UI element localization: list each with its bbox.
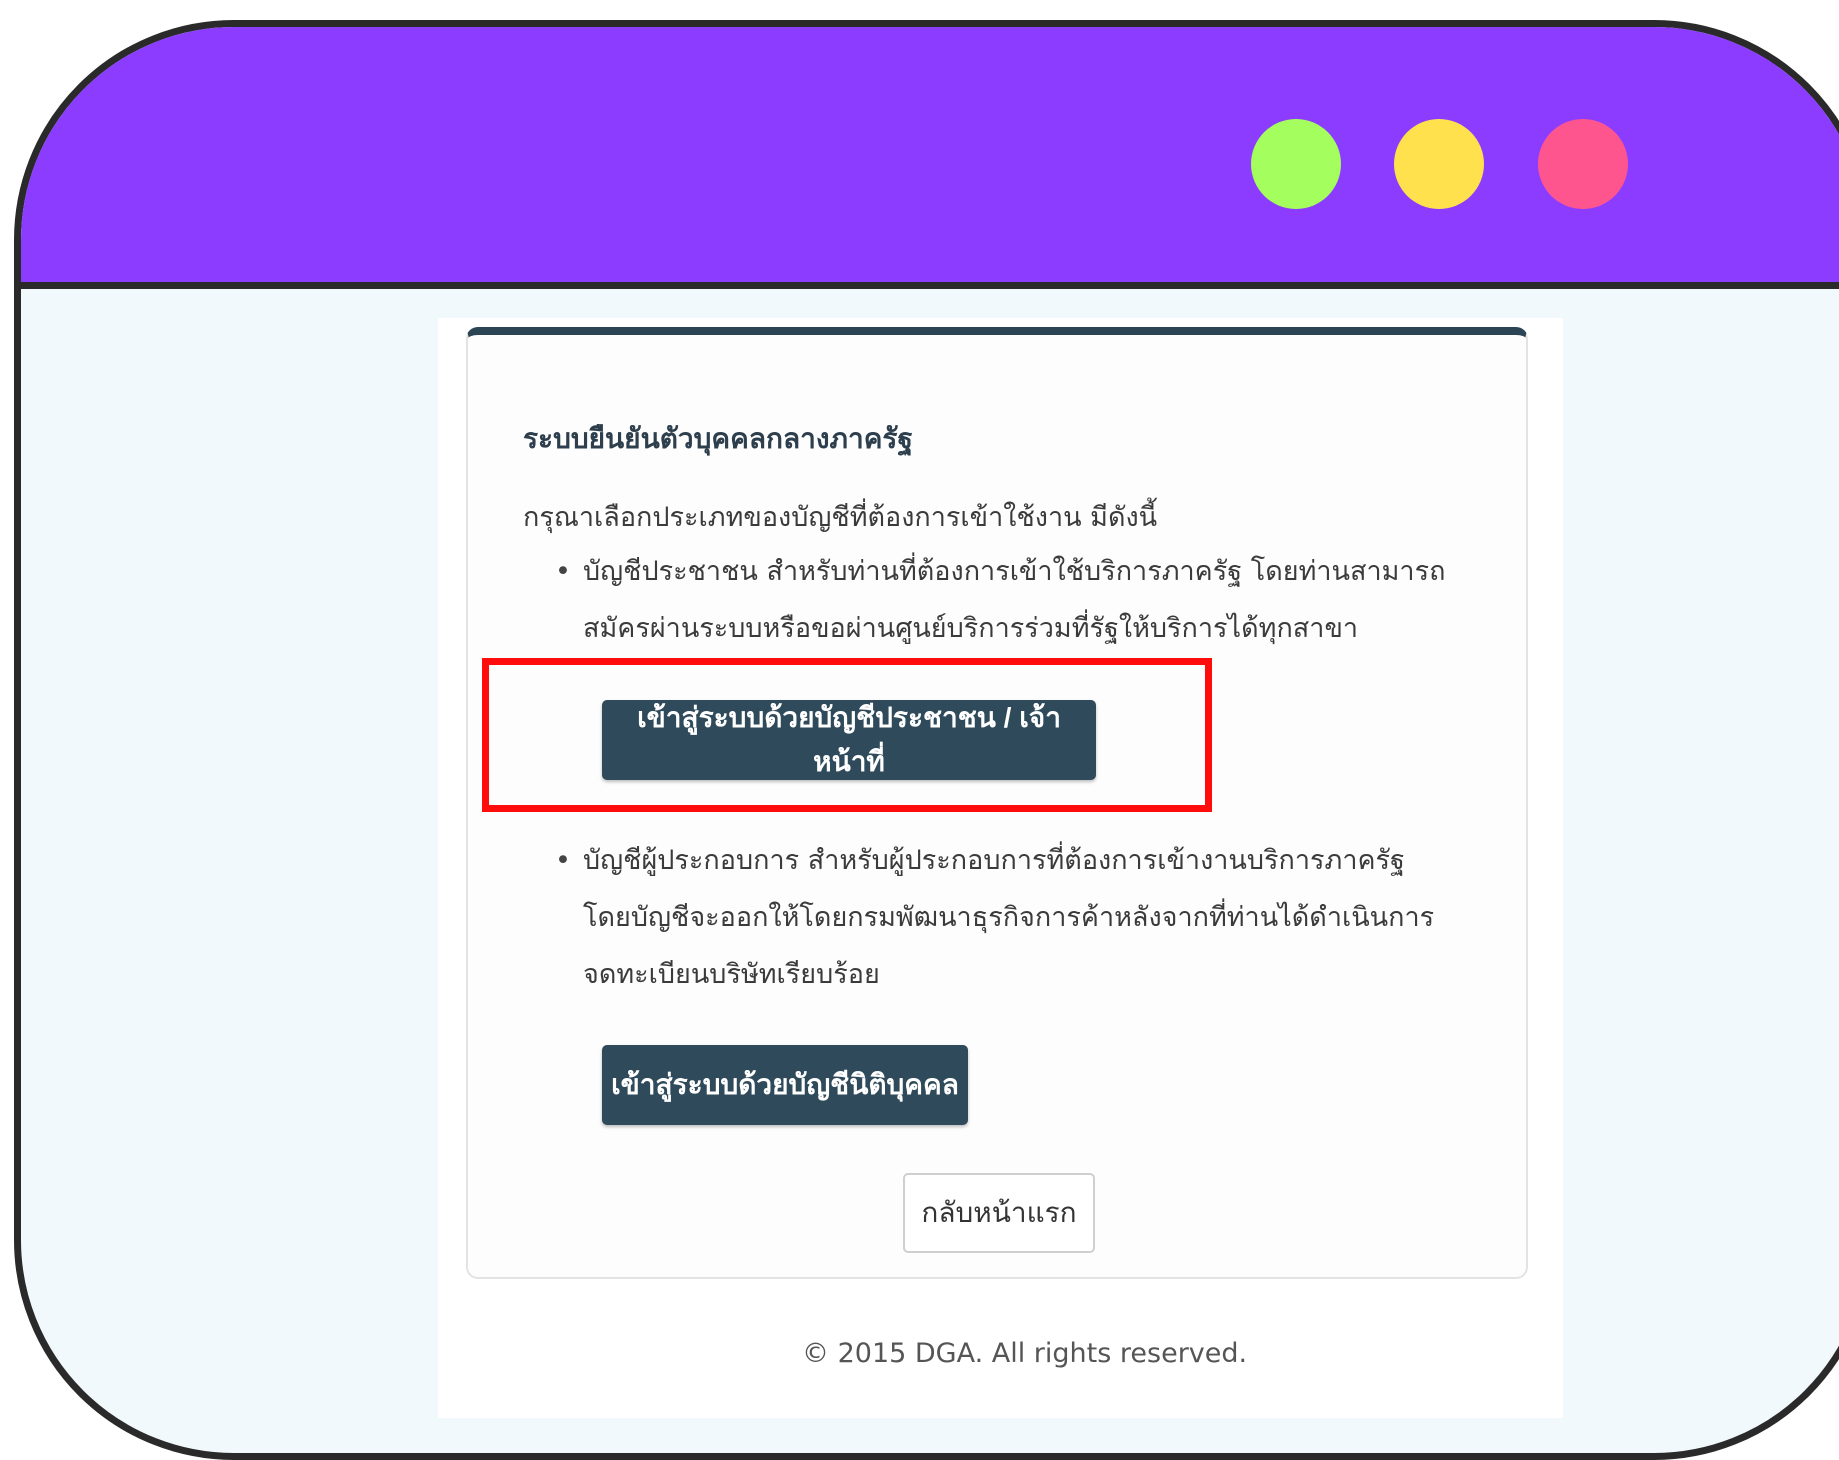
juristic-login-button[interactable]: เข้าสู่ระบบด้วยบัญชีนิติบุคคล <box>602 1045 968 1125</box>
juristic-account-description: • บัญชีผู้ประกอบการ สำหรับผู้ประกอบการที… <box>555 832 1443 1003</box>
window-title-bar <box>21 27 1839 289</box>
bullet-icon: • <box>555 845 571 876</box>
maximize-button[interactable] <box>1251 119 1341 209</box>
page-title: ระบบยืนยันตัวบุคคลกลางภาครัฐ <box>523 422 913 455</box>
citizen-account-description: • บัญชีประชาชน สำหรับท่านที่ต้องการเข้าใ… <box>555 543 1483 657</box>
login-panel: ระบบยืนยันตัวบุคคลกลางภาครัฐ กรุณาเลือกป… <box>466 327 1528 1279</box>
copyright-footer: © 2015 DGA. All rights reserved. <box>802 1338 1248 1369</box>
minimize-button[interactable] <box>1394 119 1484 209</box>
citizen-login-button[interactable]: เข้าสู่ระบบด้วยบัญชีประชาชน / เจ้าหน้าที… <box>602 700 1096 780</box>
bullet-icon: • <box>555 556 571 587</box>
citizen-description-text: บัญชีประชาชน สำหรับท่านที่ต้องการเข้าใช้… <box>583 556 1446 644</box>
intro-text: กรุณาเลือกประเภทของบัญชีที่ต้องการเข้าใช… <box>523 502 1158 533</box>
close-button[interactable] <box>1538 119 1628 209</box>
juristic-description-text: บัญชีผู้ประกอบการ สำหรับผู้ประกอบการที่ต… <box>583 845 1435 990</box>
back-home-button[interactable]: กลับหน้าแรก <box>903 1173 1095 1253</box>
login-page: ระบบยืนยันตัวบุคคลกลางภาครัฐ กรุณาเลือกป… <box>438 318 1563 1418</box>
